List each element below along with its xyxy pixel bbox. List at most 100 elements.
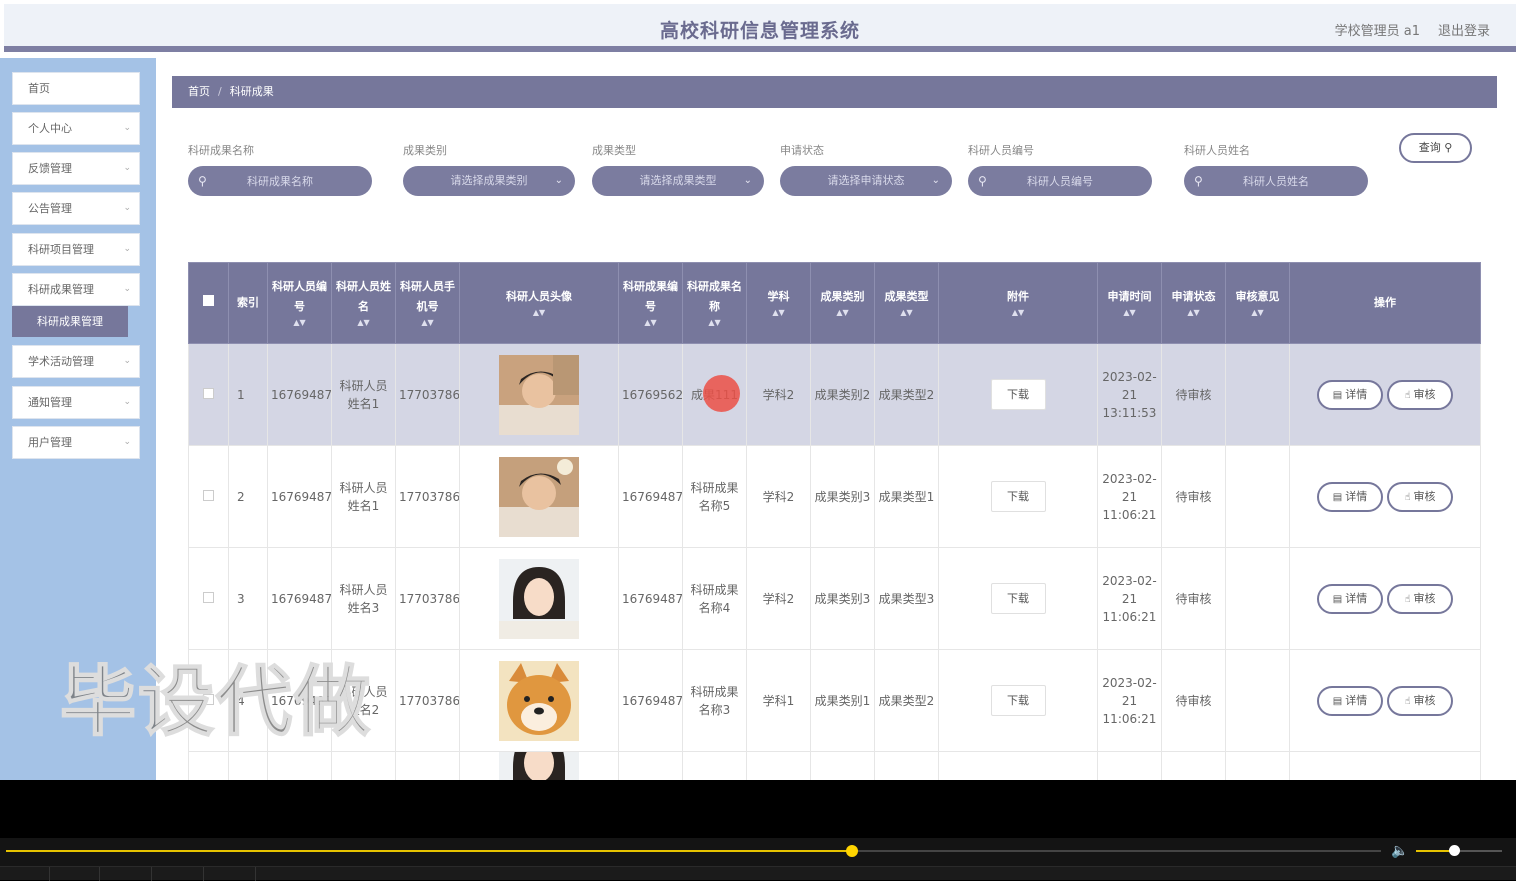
volume-handle[interactable]: [1448, 845, 1460, 856]
sort-icon[interactable]: ▲▼: [751, 307, 806, 319]
header-opinion[interactable]: 审核意见 ▲▼: [1225, 262, 1290, 344]
cell-apply-time: 2023-02-21 13:11:53: [1097, 343, 1162, 446]
table-row[interactable]: 11676948781422科研人员姓名117703786901 16769562…: [188, 343, 1481, 446]
sidebar-item-notice[interactable]: 公告管理 ⌄: [12, 192, 140, 225]
logout-link[interactable]: 退出登录: [1438, 20, 1490, 39]
row-select-cell[interactable]: [188, 445, 229, 548]
sort-icon[interactable]: ▲▼: [1230, 307, 1285, 319]
header-result-name[interactable]: 科研成果名称 ▲▼: [682, 262, 747, 344]
player-control-slot[interactable]: [204, 867, 256, 881]
row-checkbox[interactable]: [203, 489, 214, 501]
sidebar-item-projects[interactable]: 科研项目管理 ⌄: [12, 233, 140, 266]
sort-icon[interactable]: ▲▼: [623, 317, 678, 329]
sort-icon[interactable]: ▲▼: [400, 317, 455, 329]
player-control-slot[interactable]: [50, 867, 100, 881]
header-staff-name[interactable]: 科研人员姓名 ▲▼: [331, 262, 396, 344]
review-button-label: 审核: [1413, 591, 1436, 605]
breadcrumb-home[interactable]: 首页: [188, 85, 210, 98]
header-phone[interactable]: 科研人员手机号 ▲▼: [395, 262, 460, 344]
app-title: 高校科研信息管理系统: [659, 20, 860, 42]
sidebar-item-notifications[interactable]: 通知管理 ⌄: [12, 386, 140, 419]
header-attachment[interactable]: 附件 ▲▼: [938, 262, 1098, 344]
sidebar-item-personal[interactable]: 个人中心 ⌄: [12, 112, 140, 145]
table-row[interactable]: 31676948781408科研人员姓名317703786903 16769487…: [188, 547, 1481, 650]
header-subject[interactable]: 学科 ▲▼: [746, 262, 811, 344]
sort-icon[interactable]: ▲▼: [687, 317, 742, 329]
sort-icon[interactable]: ▲▼: [464, 307, 614, 319]
row-checkbox[interactable]: [203, 387, 214, 399]
review-button[interactable]: ☝ 审核: [1387, 481, 1453, 512]
header-apply-time[interactable]: 申请时间 ▲▼: [1097, 262, 1162, 344]
select-type[interactable]: 请选择成果类型 ⌄: [592, 166, 764, 196]
sidebar-subitem-results-manage[interactable]: 科研成果管理: [12, 306, 128, 337]
select-category[interactable]: 请选择成果类别 ⌄: [403, 166, 575, 196]
sort-icon[interactable]: ▲▼: [1166, 307, 1221, 319]
header-select-all[interactable]: [188, 262, 229, 344]
cell-attachment: 下载: [938, 445, 1098, 548]
cell-result-name: 科研成果名称3: [682, 649, 747, 752]
sidebar-item-label: 通知管理: [28, 396, 72, 409]
detail-button[interactable]: ▤ 详情: [1317, 379, 1383, 410]
table-cell: [395, 751, 460, 780]
search-input-staff-no[interactable]: [968, 166, 1152, 196]
progress-handle[interactable]: [845, 845, 858, 857]
table-cell: [746, 751, 811, 780]
sort-icon[interactable]: ▲▼: [1102, 307, 1157, 319]
progress-slider[interactable]: [6, 845, 1381, 857]
header-avatar[interactable]: 科研人员头像 ▲▼: [459, 262, 619, 344]
row-select-cell[interactable]: [188, 547, 229, 650]
sidebar-item-activities[interactable]: 学术活动管理 ⌄: [12, 345, 140, 378]
download-button[interactable]: 下载: [990, 379, 1046, 410]
review-button[interactable]: ☝ 审核: [1387, 379, 1453, 410]
review-button[interactable]: ☝ 审核: [1387, 583, 1453, 614]
detail-button-label: 详情: [1345, 693, 1368, 707]
header-staff-no[interactable]: 科研人员编号 ▲▼: [267, 262, 332, 344]
cell-result-no: 1676948781341: [618, 445, 683, 548]
header-result-no[interactable]: 科研成果编号 ▲▼: [618, 262, 683, 344]
download-button[interactable]: 下载: [990, 481, 1046, 512]
header-category[interactable]: 成果类别 ▲▼: [810, 262, 875, 344]
row-select-cell[interactable]: [188, 343, 229, 446]
cell-subject: 学科2: [746, 547, 811, 650]
player-control-slot[interactable]: [100, 867, 152, 881]
table-cell: [331, 751, 396, 780]
cell-attachment: 下载: [938, 547, 1098, 650]
player-control-slot[interactable]: [152, 867, 204, 881]
table-row[interactable]: 41676948781413科研人员姓名21770378690216769487…: [188, 649, 1481, 752]
table-row[interactable]: [188, 751, 1481, 780]
header-status[interactable]: 申请状态 ▲▼: [1161, 262, 1226, 344]
select-status[interactable]: 请选择申请状态 ⌄: [780, 166, 952, 196]
sort-icon[interactable]: ▲▼: [815, 307, 870, 319]
volume-slider[interactable]: [1416, 845, 1502, 856]
sort-icon[interactable]: ▲▼: [336, 317, 391, 329]
table-cell: [1161, 751, 1226, 780]
search-input-staff-name[interactable]: [1184, 166, 1368, 196]
detail-button[interactable]: ▤ 详情: [1317, 481, 1383, 512]
cell-staff-no: 1676948781422: [267, 343, 332, 446]
detail-button[interactable]: ▤ 详情: [1317, 583, 1383, 614]
sort-icon[interactable]: ▲▼: [272, 317, 327, 329]
sort-icon[interactable]: ▲▼: [879, 307, 934, 319]
avatar-image: [499, 354, 579, 435]
volume-icon[interactable]: 🔈: [1391, 843, 1408, 859]
filter-label-type: 成果类型: [592, 144, 636, 157]
download-button[interactable]: 下载: [990, 685, 1046, 716]
sidebar-item-users[interactable]: 用户管理 ⌄: [12, 426, 140, 459]
search-input-result-name[interactable]: [188, 166, 372, 196]
row-checkbox[interactable]: [203, 591, 214, 603]
detail-button[interactable]: ▤ 详情: [1317, 685, 1383, 716]
review-button[interactable]: ☝ 审核: [1387, 685, 1453, 716]
sort-icon[interactable]: ▲▼: [943, 307, 1093, 319]
sidebar-item-feedback[interactable]: 反馈管理 ⌄: [12, 152, 140, 185]
query-button[interactable]: 查询 ⚲: [1399, 133, 1472, 163]
table-row[interactable]: 21676948781422科研人员姓名117703786901 16769487…: [188, 445, 1481, 548]
download-button[interactable]: 下载: [990, 583, 1046, 614]
cell-opinion: [1225, 343, 1290, 446]
sidebar-item-results[interactable]: 科研成果管理 ⌄: [12, 273, 140, 306]
header-type[interactable]: 成果类型 ▲▼: [874, 262, 939, 344]
checkbox-select-all[interactable]: [203, 295, 214, 306]
player-control-slot[interactable]: [0, 867, 50, 881]
cell-phone: 17703786901: [395, 445, 460, 548]
chevron-down-icon: ⌄: [123, 397, 131, 407]
sidebar-item-home[interactable]: 首页: [12, 72, 140, 105]
